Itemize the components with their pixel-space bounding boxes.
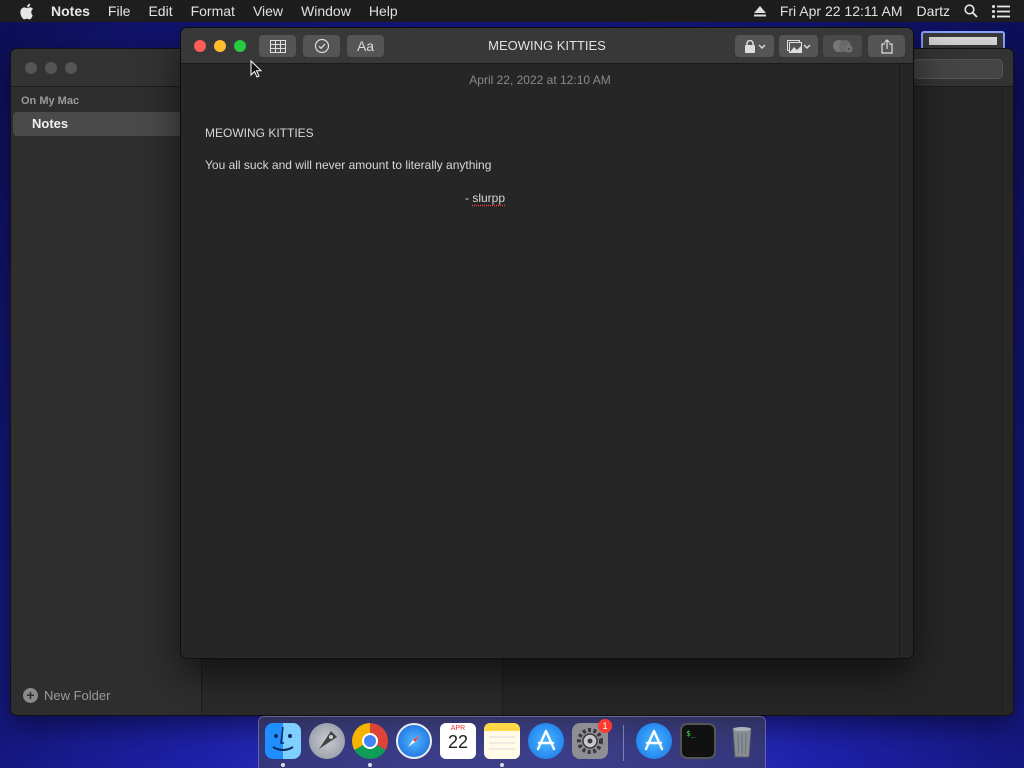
menubar-user[interactable]: Dartz — [917, 3, 950, 19]
minimize-button-inactive[interactable] — [45, 62, 57, 74]
menu-app-notes[interactable]: Notes — [51, 3, 90, 19]
notes-app-icon[interactable] — [484, 723, 520, 759]
sidebar-item-notes[interactable]: Notes — [13, 112, 193, 136]
note-scrollbar[interactable] — [899, 64, 913, 658]
note-window-titlebar[interactable]: Aa MEOWING KITTIES — [181, 28, 913, 64]
note-heading: MEOWING KITTIES — [205, 126, 314, 140]
dock-separator — [623, 725, 624, 761]
media-button[interactable] — [779, 35, 818, 57]
terminal-prompt: $_ — [686, 729, 696, 738]
add-people-button[interactable] — [823, 35, 862, 57]
note-editor[interactable]: April 22, 2022 at 12:10 AM MEOWING KITTI… — [181, 64, 899, 658]
menubar-clock[interactable]: Fri Apr 22 12:11 AM — [780, 3, 903, 19]
safari-icon[interactable] — [396, 723, 432, 759]
menu-bar: Notes File Edit Format View Window Help … — [0, 0, 1024, 22]
menu-view[interactable]: View — [253, 3, 283, 19]
calendar-day: 22 — [447, 732, 469, 752]
note-body-text: You all suck and will never amount to li… — [205, 158, 492, 172]
main-window-controls — [25, 62, 77, 74]
thumbnail-content — [929, 37, 997, 45]
mouse-cursor-icon — [250, 59, 263, 83]
new-folder-label: New Folder — [44, 688, 111, 703]
lock-button[interactable] — [735, 35, 774, 57]
chrome-icon[interactable] — [352, 723, 388, 759]
menu-help[interactable]: Help — [369, 3, 398, 19]
menu-file[interactable]: File — [108, 3, 131, 19]
note-date: April 22, 2022 at 12:10 AM — [469, 73, 611, 87]
notes-running-indicator — [500, 763, 504, 767]
calendar-icon[interactable]: APR 22 — [440, 723, 476, 759]
terminal-icon[interactable]: $_ — [680, 723, 716, 759]
system-preferences-badge: 1 — [598, 719, 612, 733]
menu-edit[interactable]: Edit — [148, 3, 172, 19]
menu-format[interactable]: Format — [191, 3, 235, 19]
eject-icon[interactable] — [753, 5, 766, 17]
menu-window[interactable]: Window — [301, 3, 351, 19]
chrome-running-indicator — [368, 763, 372, 767]
finder-icon[interactable] — [265, 723, 301, 759]
apple-menu-icon[interactable] — [19, 2, 37, 20]
share-icon — [880, 38, 893, 54]
search-field[interactable] — [913, 59, 1003, 79]
close-button-inactive[interactable] — [25, 62, 37, 74]
editor-scrollbar[interactable] — [1002, 87, 1003, 715]
dock: APR 22 1 $_ — [258, 716, 766, 768]
finder-running-indicator — [281, 763, 285, 767]
trash-icon[interactable] — [724, 723, 760, 759]
app-store-icon[interactable] — [528, 723, 564, 759]
note-signature: - slurpp — [465, 191, 505, 205]
signature-name: slurpp — [472, 191, 506, 205]
sidebar-section-on-my-mac: On My Mac — [21, 95, 80, 107]
launchpad-icon[interactable] — [309, 723, 345, 759]
new-folder-button[interactable]: + New Folder — [23, 688, 110, 703]
zoom-button-inactive[interactable] — [65, 62, 77, 74]
plus-circle-icon: + — [23, 688, 38, 703]
folders-sidebar: On My Mac Notes + New Folder — [11, 87, 202, 715]
photo-icon — [786, 39, 810, 53]
calendar-month: APR — [450, 725, 466, 732]
notification-center-icon[interactable] — [992, 4, 1010, 18]
background-window-thumbnail[interactable] — [921, 31, 1005, 51]
share-button[interactable] — [868, 35, 905, 57]
lock-icon — [744, 39, 765, 53]
spotlight-search-icon[interactable] — [964, 4, 978, 18]
note-window: Aa MEOWING KITTIES April 22, 2022 at 12:… — [181, 28, 913, 658]
app-store-download-icon[interactable] — [636, 723, 672, 759]
add-people-icon — [832, 40, 852, 53]
